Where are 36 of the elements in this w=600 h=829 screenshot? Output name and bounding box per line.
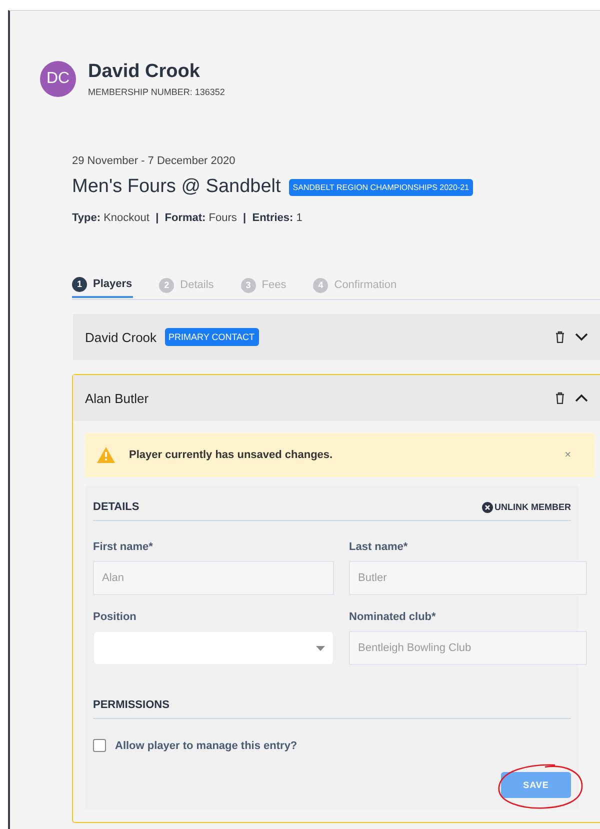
profile-name: David Crook — [88, 61, 201, 83]
alert-message: Player currently has unsaved changes. — [129, 449, 333, 461]
field-label: First name* — [93, 541, 154, 553]
chevron-down-icon[interactable] — [575, 333, 588, 341]
field-label: Position — [93, 611, 138, 623]
save-button[interactable]: SAVE — [501, 772, 571, 798]
trash-icon[interactable] — [555, 392, 565, 404]
chevron-up-icon[interactable] — [575, 394, 588, 402]
player-name: Alan Butler — [85, 390, 149, 406]
event-title: Men's Fours @ Sandbelt — [72, 176, 281, 198]
avatar: DC — [40, 61, 76, 97]
section-title: DETAILS — [93, 501, 140, 513]
trash-icon[interactable] — [555, 331, 565, 343]
close-button[interactable]: × — [564, 449, 583, 461]
player-name: David Crook — [85, 330, 157, 344]
field-label: Nominated club* — [349, 611, 437, 623]
player-card-header[interactable]: Alan Butler — [73, 375, 600, 421]
step-tab[interactable]: 1 Players — [72, 272, 134, 298]
warning-icon — [97, 447, 115, 463]
primary-contact-badge: PRIMARY CONTACT — [164, 328, 259, 346]
step-tab[interactable]: 3 Fees — [240, 272, 288, 298]
select-field[interactable] — [93, 631, 334, 665]
close-circle-icon — [482, 502, 492, 512]
field-label: Last name* — [349, 541, 409, 553]
event-meta: Type: Knockout | Format: Fours | Entries: 1 — [72, 212, 304, 224]
player-card-header[interactable]: David Crook PRIMARY CONTACT — [73, 314, 600, 360]
membership-number: MEMBERSHIP NUMBER: 136352 — [88, 87, 225, 97]
checkbox-label: Allow player to manage this entry? — [115, 740, 298, 752]
step-tab[interactable]: 4 Confirmation — [313, 272, 398, 298]
checkbox[interactable] — [93, 739, 106, 752]
unlink-member-button[interactable]: UNLINK MEMBER — [482, 502, 571, 512]
section-title: PERMISSIONS — [93, 699, 170, 711]
step-tab[interactable]: 2 Details — [159, 272, 215, 298]
event-dates: 29 November - 7 December 2020 — [72, 155, 236, 167]
event-badge: SANDBELT REGION CHAMPIONSHIPS 2020-21 — [288, 178, 473, 196]
dropdown-caret-icon — [316, 646, 325, 650]
